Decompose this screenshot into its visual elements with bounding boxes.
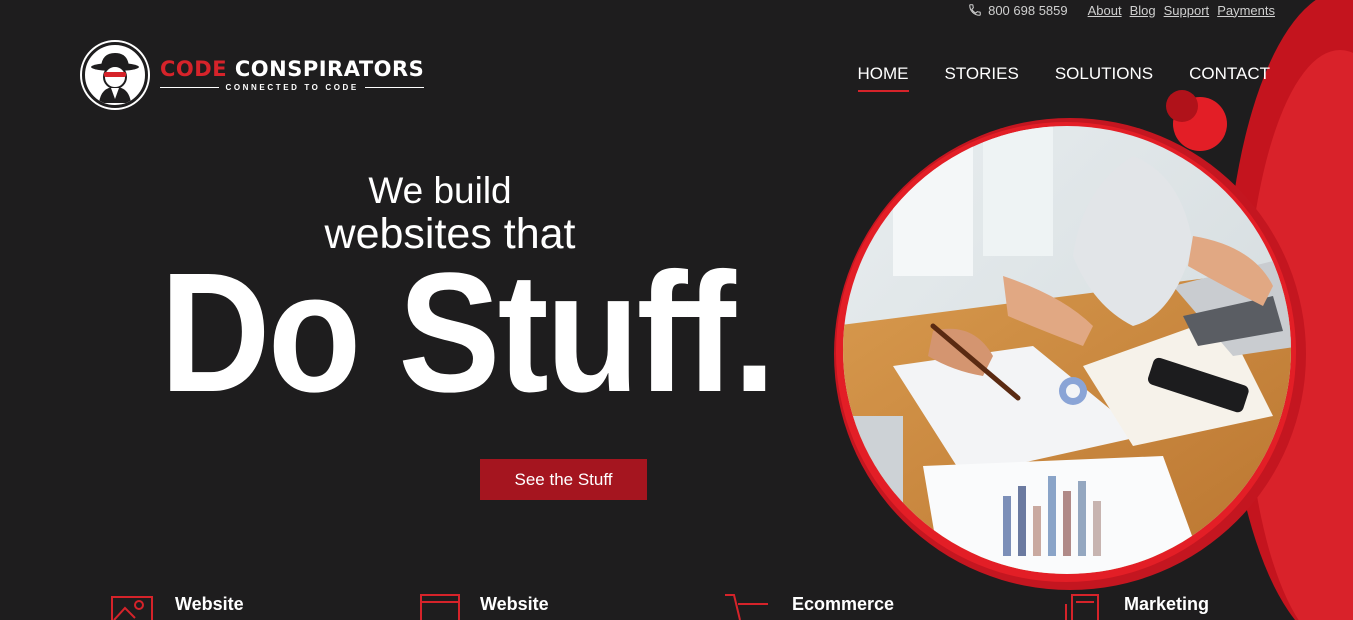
see-the-stuff-button[interactable]: See the Stuff (480, 459, 647, 500)
service-item[interactable]: Marketing (1060, 590, 1209, 620)
logo-divider (160, 86, 220, 88)
image-icon (111, 596, 153, 620)
logo-tagline: CONNECTED TO CODE (225, 82, 359, 92)
service-label: Marketing (1124, 594, 1210, 614)
shopping-cart-icon (725, 594, 768, 620)
logo-divider (364, 86, 425, 88)
logo-word-code: CODE (160, 56, 228, 81)
nav-solutions[interactable]: SOLUTIONS (1055, 64, 1153, 92)
hero-photo (833, 116, 1301, 584)
nav-contact[interactable]: CONTACT (1189, 64, 1270, 92)
top-utility-bar: 800 698 5859 About Blog Support Payments (968, 0, 1275, 20)
nav-home[interactable]: HOME (857, 64, 909, 92)
nav-stories[interactable]: STORIES (945, 64, 1019, 92)
hero-headline: Do Stuff. (160, 238, 776, 428)
site-logo[interactable]: CODE CONSPIRATORS CONNECTED TO CODE (82, 42, 425, 108)
browser-window-icon (420, 594, 460, 620)
service-label: Website (480, 594, 549, 614)
phone-icon (969, 4, 981, 16)
top-link-about[interactable]: About (1088, 3, 1122, 18)
service-item[interactable]: Website (420, 590, 549, 620)
spy-mascot-icon (82, 42, 148, 108)
service-label: Ecommerce (792, 594, 895, 614)
main-nav: HOME STORIES SOLUTIONS CONTACT (857, 64, 1270, 92)
top-link-support[interactable]: Support (1164, 3, 1210, 18)
service-item[interactable]: Website (111, 590, 244, 620)
service-item[interactable]: Ecommerce (724, 590, 894, 620)
phone-number: 800 698 5859 (988, 2, 1068, 18)
phone-contact[interactable]: 800 698 5859 (968, 3, 1068, 18)
top-link-blog[interactable]: Blog (1130, 3, 1156, 18)
service-label: Website (175, 594, 244, 614)
top-link-payments[interactable]: Payments (1217, 3, 1275, 18)
logo-word-conspirators: CONSPIRATORS (234, 56, 425, 81)
hero-line-1: We build (368, 170, 512, 211)
document-layers-icon (1065, 594, 1099, 620)
services-row: Website Website Ecommerce Marketing (0, 590, 1353, 620)
